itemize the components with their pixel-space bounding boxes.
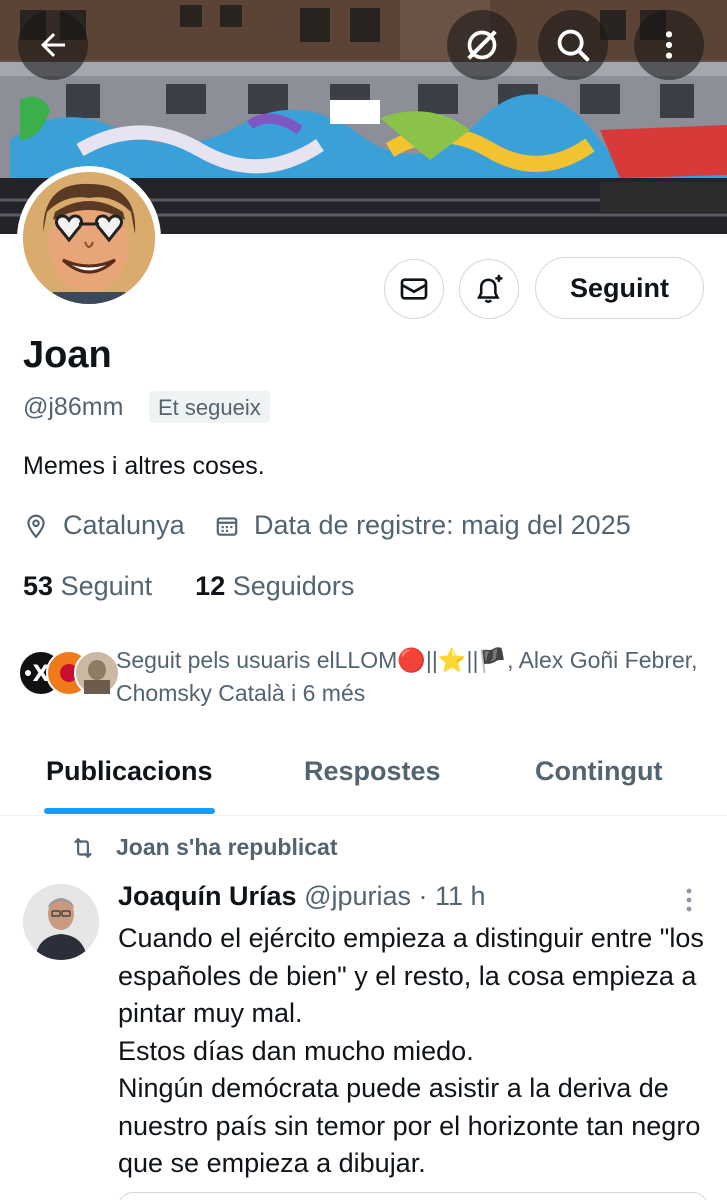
follower-avatar	[74, 650, 120, 696]
tweet-text: Cuando el ejército empieza a distinguir …	[118, 920, 718, 1183]
followers-count: 12	[195, 571, 226, 601]
profile-name: Joan	[23, 334, 112, 376]
following-label: Seguint	[60, 571, 153, 601]
more-button[interactable]	[634, 10, 704, 80]
follows-you-badge: Et segueix	[149, 391, 270, 423]
tweet-line: Cuando el ejército empieza a distinguir …	[118, 923, 704, 1028]
repost-label: Joan s'ha republicat	[68, 834, 337, 861]
profile-bio: Memes i altres coses.	[23, 452, 265, 480]
tweet-author-avatar[interactable]	[23, 884, 99, 960]
followers-label: Seguidors	[232, 571, 355, 601]
tab-respostes[interactable]: Respostes	[304, 756, 441, 787]
tweet-media-card[interactable]	[118, 1192, 708, 1200]
tweet-line: Ningún demócrata puede asistir a la deri…	[118, 1073, 701, 1178]
back-button[interactable]	[18, 10, 88, 80]
profile-handle: @j86mm	[23, 393, 124, 421]
notifications-button[interactable]	[459, 259, 519, 319]
tab-publicacions[interactable]: Publicacions	[46, 756, 213, 787]
tweet-line: Estos días dan mucho miedo.	[118, 1035, 474, 1066]
repost-text: Joan s'ha republicat	[116, 834, 338, 860]
tweet-author-handle[interactable]: @jpurias	[304, 881, 411, 911]
more-vertical-icon	[686, 888, 692, 912]
person-photo-icon	[23, 884, 99, 960]
search-button[interactable]	[538, 10, 608, 80]
following-count-link[interactable]: 53 Seguint	[23, 571, 152, 601]
tweet-more-button[interactable]	[678, 886, 700, 919]
location-text: Catalunya	[63, 510, 185, 540]
calendar-icon	[216, 516, 238, 536]
tweet-time: · 11 h	[418, 881, 486, 911]
repost-icon	[74, 837, 92, 858]
more-vertical-icon	[665, 31, 673, 59]
grok-icon	[467, 30, 497, 60]
profile-joined: Data de registre: maig del 2025	[214, 510, 631, 541]
following-button[interactable]: Seguint	[535, 257, 704, 319]
message-button[interactable]	[384, 259, 444, 319]
cartoon-avatar-icon	[23, 172, 155, 304]
followed-by-text: Seguit pels usuaris elLLOM🔴||⭐||🏴, Alex …	[116, 647, 698, 706]
tweet-author-name[interactable]: Joaquín Urías	[118, 881, 297, 911]
joined-text: Data de registre: maig del 2025	[254, 510, 631, 540]
profile-tabs: Publicacions Respostes Contingut	[0, 740, 727, 816]
search-icon	[557, 29, 590, 62]
grok-button[interactable]	[447, 10, 517, 80]
bell-plus-icon	[477, 274, 503, 304]
location-pin-icon	[27, 514, 45, 538]
profile-location: Catalunya	[23, 510, 185, 541]
tab-contingut[interactable]: Contingut	[535, 756, 662, 787]
following-count: 53	[23, 571, 54, 601]
arrow-left-icon	[41, 33, 65, 57]
envelope-icon	[400, 278, 428, 300]
follow-counts: 53 Seguint 12 Seguidors	[23, 571, 354, 602]
tweet-header: Joaquín Urías @jpurias · 11 h	[118, 881, 486, 912]
followers-count-link[interactable]: 12 Seguidors	[195, 571, 354, 601]
active-tab-indicator	[44, 808, 215, 814]
profile-avatar[interactable]	[17, 166, 161, 310]
